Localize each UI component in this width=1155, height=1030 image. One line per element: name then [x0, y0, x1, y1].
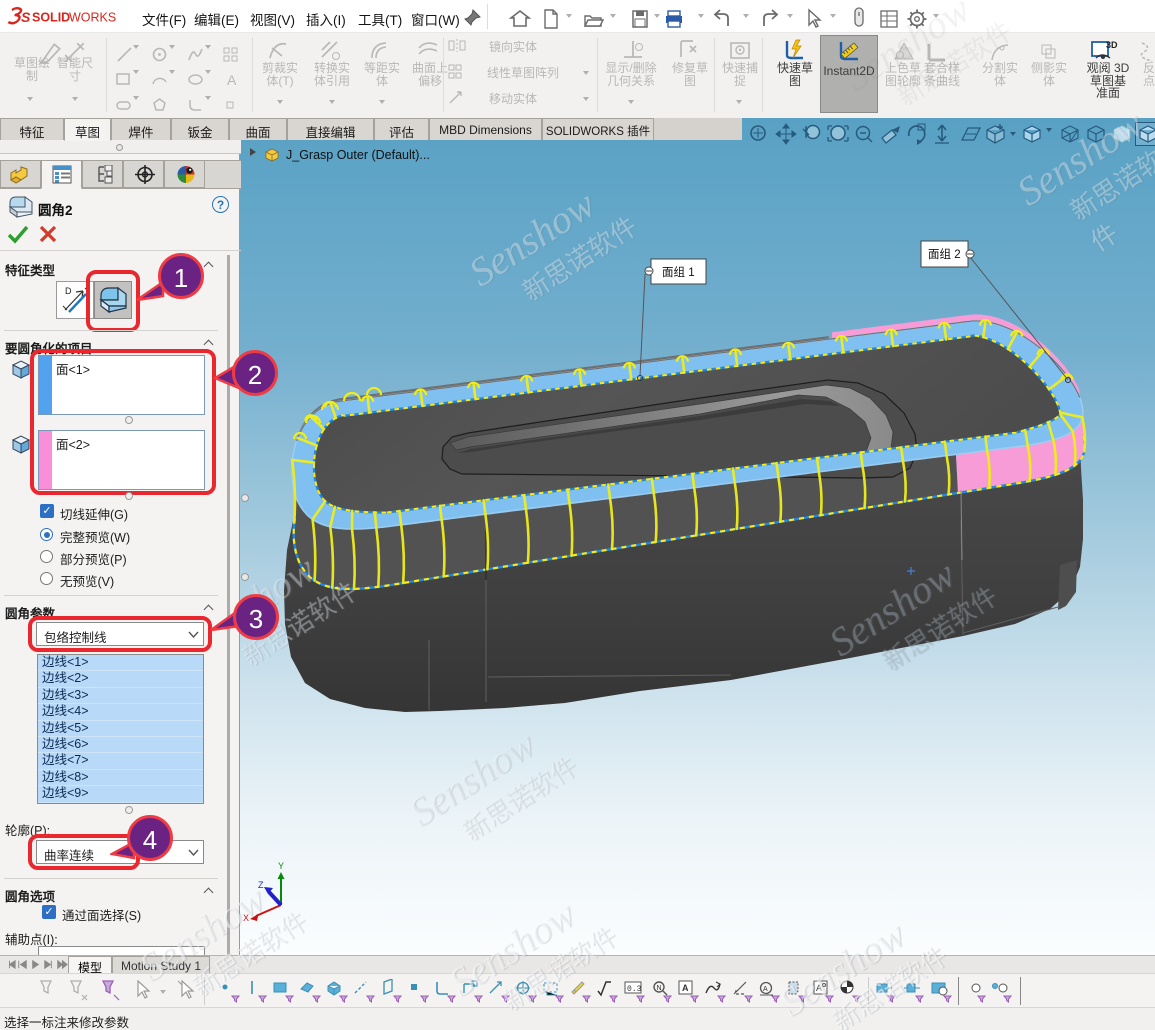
svg-text:SOLID: SOLID	[32, 11, 70, 25]
svg-text:A: A	[682, 983, 689, 993]
svg-text:3D: 3D	[1106, 40, 1118, 50]
svg-text:J_Grasp Outer (Default)...: J_Grasp Outer (Default)...	[286, 148, 430, 162]
svg-text:面组 2: 面组 2	[928, 247, 961, 261]
svg-text:D: D	[65, 286, 72, 296]
svg-text:WORKS: WORKS	[69, 11, 116, 25]
svg-text:面组 1: 面组 1	[662, 265, 695, 279]
svg-text:N: N	[657, 985, 662, 992]
svg-text:A: A	[816, 983, 822, 993]
svg-text:Z: Z	[258, 880, 264, 890]
svg-text:X: X	[243, 913, 249, 923]
svg-text:Y: Y	[278, 861, 284, 871]
svg-text:A: A	[763, 986, 768, 993]
svg-text:S: S	[21, 9, 31, 25]
svg-text:A: A	[227, 72, 237, 88]
svg-text:0.3: 0.3	[627, 985, 642, 994]
